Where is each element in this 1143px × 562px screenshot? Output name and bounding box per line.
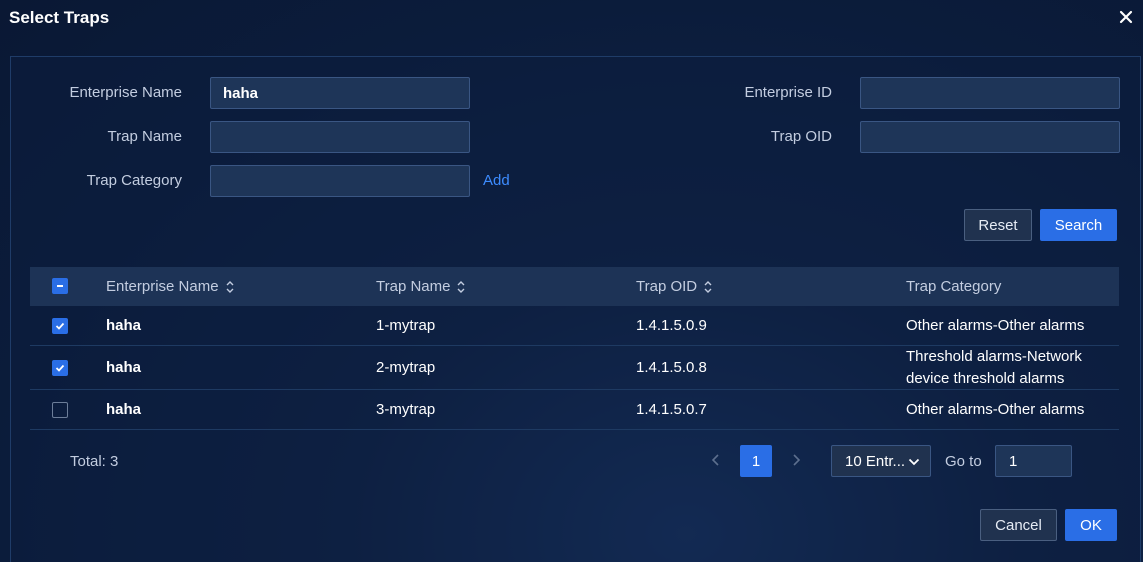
page-number-current[interactable]: 1	[740, 445, 772, 477]
ok-button[interactable]: OK	[1065, 509, 1117, 541]
trap-name-label: Trap Name	[107, 128, 182, 145]
search-button[interactable]: Search	[1040, 209, 1117, 241]
enterprise-name-label: Enterprise Name	[69, 84, 182, 101]
add-category-link[interactable]: Add	[483, 172, 510, 189]
cell-trap-oid: 1.4.1.5.0.9	[636, 317, 707, 334]
sort-icon[interactable]	[703, 280, 713, 294]
cell-trap-name: 3-mytrap	[376, 401, 436, 418]
cell-trap-category: Other alarms-Other alarms	[906, 401, 1085, 418]
cancel-button[interactable]: Cancel	[980, 509, 1057, 541]
chevron-down-icon	[908, 458, 920, 466]
goto-label: Go to	[945, 453, 982, 470]
cell-trap-category: Threshold alarms-Network device threshol…	[906, 348, 1082, 387]
table-header: Enterprise Name Trap Name Trap OID Trap …	[30, 267, 1119, 306]
column-header-trap-oid[interactable]: Trap OID	[636, 278, 713, 295]
page-size-select[interactable]: 10 Entr...	[831, 445, 931, 477]
trap-name-input[interactable]	[210, 121, 470, 153]
select-all-checkbox[interactable]	[52, 278, 68, 294]
table-row[interactable]: haha 1-mytrap 1.4.1.5.0.9 Other alarms-O…	[30, 306, 1119, 346]
trap-oid-input[interactable]	[860, 121, 1120, 153]
cell-trap-name: 2-mytrap	[376, 359, 436, 376]
row-checkbox[interactable]	[52, 360, 68, 376]
sort-icon[interactable]	[456, 280, 466, 294]
chevron-left-icon[interactable]	[709, 452, 723, 468]
table-row[interactable]: haha 3-mytrap 1.4.1.5.0.7 Other alarms-O…	[30, 390, 1119, 430]
cell-trap-name: 1-mytrap	[376, 317, 436, 334]
cell-enterprise-name: haha	[106, 317, 142, 334]
enterprise-id-input[interactable]	[860, 77, 1120, 109]
close-icon[interactable]	[1117, 8, 1135, 26]
column-header-enterprise-name[interactable]: Enterprise Name	[106, 278, 235, 295]
sort-icon[interactable]	[225, 280, 235, 294]
row-checkbox[interactable]	[52, 402, 68, 418]
cell-enterprise-name: haha	[106, 401, 142, 418]
column-header-trap-category: Trap Category	[906, 278, 1002, 295]
enterprise-id-label: Enterprise ID	[744, 84, 832, 101]
reset-button[interactable]: Reset	[964, 209, 1032, 241]
trap-oid-label: Trap OID	[770, 128, 832, 145]
cell-enterprise-name: haha	[106, 359, 142, 376]
goto-page-input[interactable]	[995, 445, 1072, 477]
cell-trap-oid: 1.4.1.5.0.7	[636, 401, 707, 418]
cell-trap-oid: 1.4.1.5.0.8	[636, 359, 707, 376]
trap-category-label: Trap Category	[86, 172, 182, 189]
row-checkbox[interactable]	[52, 318, 68, 334]
total-count: Total: 3	[70, 453, 119, 470]
trap-category-input[interactable]	[210, 165, 470, 197]
enterprise-name-input[interactable]	[210, 77, 470, 109]
cell-trap-category: Other alarms-Other alarms	[906, 317, 1085, 334]
dialog-title: Select Traps	[9, 8, 110, 27]
table-row[interactable]: haha 2-mytrap 1.4.1.5.0.8 Threshold alar…	[30, 346, 1119, 390]
chevron-right-icon[interactable]	[789, 452, 803, 468]
column-header-trap-name[interactable]: Trap Name	[376, 278, 466, 295]
